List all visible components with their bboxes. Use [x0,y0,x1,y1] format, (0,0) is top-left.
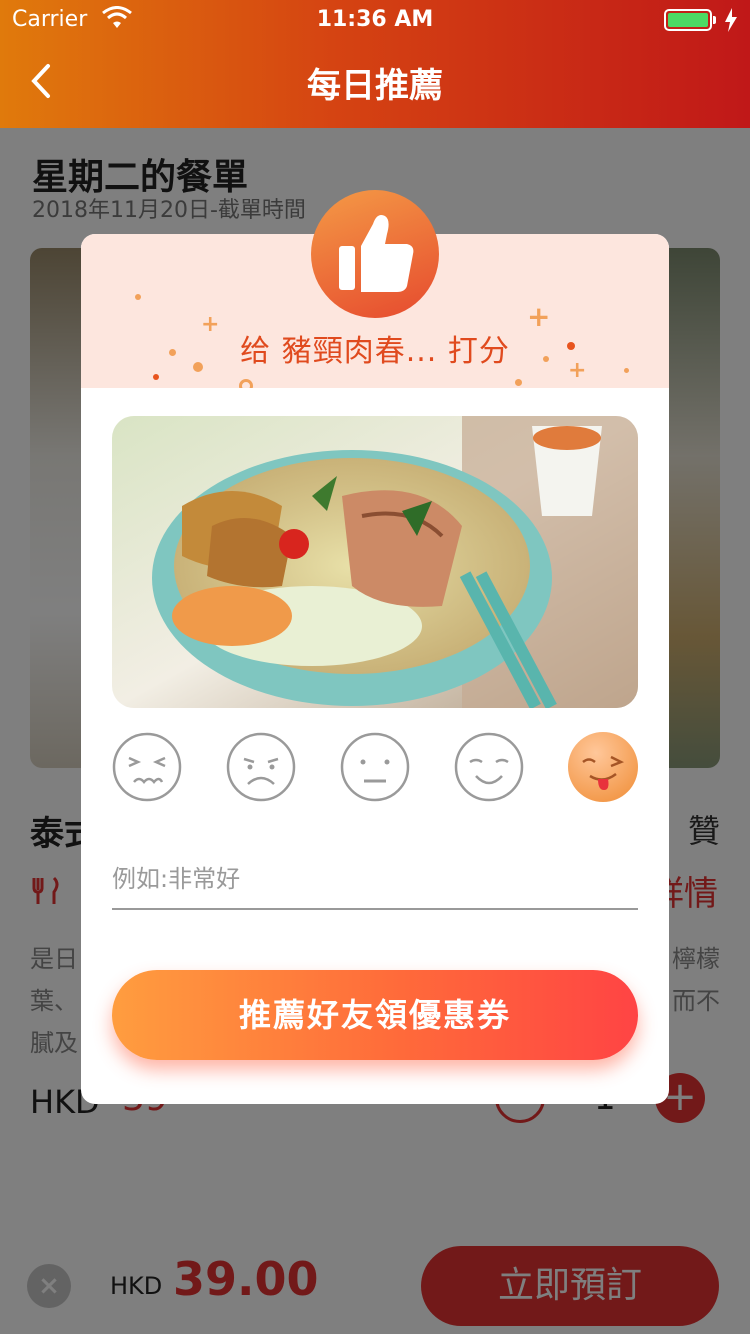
confetti-dot [153,374,159,380]
good-face-icon[interactable] [454,732,524,802]
app-header: Carrier 11:36 AM 每日推薦 [0,0,750,128]
confetti-dot [239,379,253,388]
rating-title: 给 豬頸肉春... 打分 [240,334,510,369]
status-bar: Carrier 11:36 AM [0,0,750,40]
confetti-dot [135,294,141,300]
thumbs-up-icon [339,215,414,292]
neutral-face-icon[interactable] [340,732,410,802]
very-bad-face-icon[interactable] [112,732,182,802]
bad-face-icon[interactable] [226,732,296,802]
battery-icon [664,9,716,31]
charging-icon [725,8,737,32]
page-title: 每日推薦 [307,66,443,106]
dish-photo [112,416,638,708]
rating-modal: + + + 给 豬頸肉春... 打分 例如:非常好 推薦好友領優惠券 [81,190,669,1104]
rating-faces [112,732,638,802]
delicious-face-icon[interactable] [568,732,638,802]
rating-comment-input[interactable] [112,850,638,910]
status-time: 11:36 AM [316,7,434,32]
recommend-friend-button[interactable]: 推薦好友領優惠券 [112,970,638,1060]
confetti-dot [515,379,522,386]
thumbs-up-badge [311,190,439,318]
